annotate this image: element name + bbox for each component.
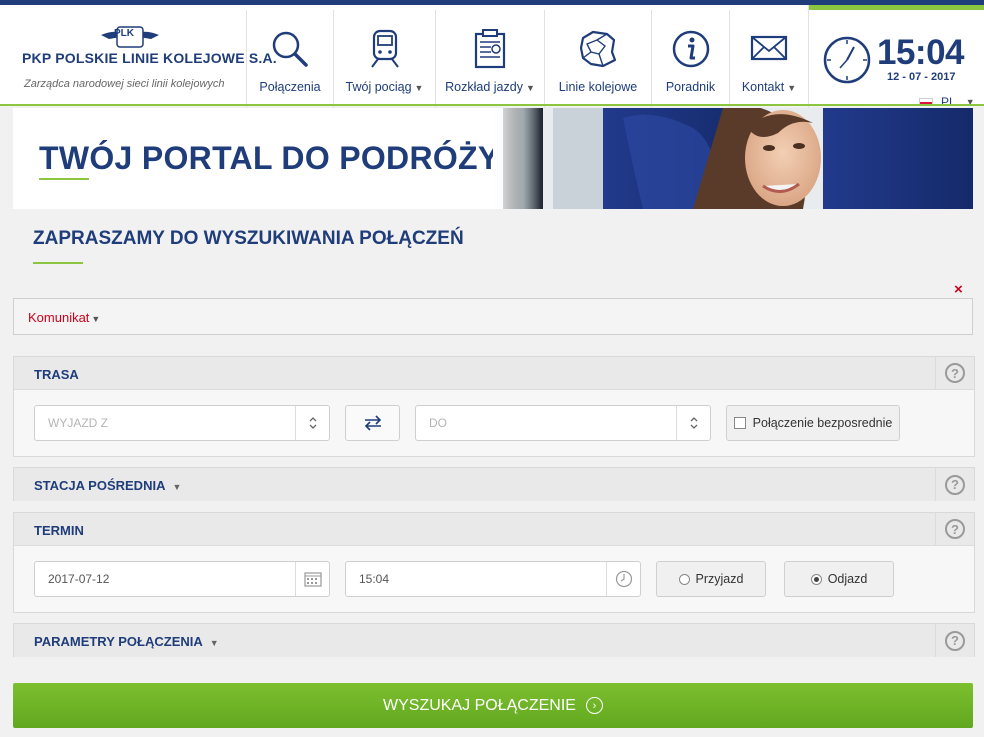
clock-accent-bar xyxy=(809,5,984,10)
time-input[interactable] xyxy=(346,562,606,596)
direct-connection-checkbox[interactable]: Połączenie bezposrednie xyxy=(726,405,900,441)
up-down-icon xyxy=(690,417,697,429)
nav-item-rozklad-jazdy[interactable]: Rozkład jazdy ▼ xyxy=(435,10,544,109)
title-underline xyxy=(33,262,83,264)
arrival-label: Przyjazd xyxy=(695,572,744,586)
parametry-header[interactable]: PARAMETRY POŁĄCZENIA ▼ ? xyxy=(14,624,974,657)
trasa-title: TRASA xyxy=(34,367,79,382)
direct-connection-label: Połączenie bezposrednie xyxy=(752,416,893,430)
to-station-field[interactable] xyxy=(415,405,711,441)
termin-help-button[interactable]: ? xyxy=(935,513,974,545)
up-down-icon xyxy=(309,417,316,429)
time-picker-button[interactable] xyxy=(606,562,640,596)
main-nav: Połączenia Twój pociąg ▼ Rozkład jazdy ▼ L… xyxy=(246,10,808,109)
plk-logo[interactable]: PLK PKP POLSKIE LINIE KOLEJOWE S.A. Zarz… xyxy=(14,23,277,103)
nav-label: Połączenia xyxy=(259,80,321,94)
from-station-input[interactable] xyxy=(35,406,295,440)
radio-selected-icon[interactable] xyxy=(810,573,822,585)
nav-item-twoj-pociag[interactable]: Twój pociąg ▼ xyxy=(333,10,435,109)
from-station-field[interactable] xyxy=(34,405,330,441)
from-station-spinner[interactable] xyxy=(295,406,329,440)
nav-label: Twój pociąg ▼ xyxy=(345,80,424,94)
chevron-down-icon: ▼ xyxy=(91,314,101,324)
trasa-panel: TRASA ? Połączenie bezposrednie xyxy=(13,356,975,457)
chevron-down-icon: ▼ xyxy=(787,83,797,93)
logo-title: PKP POLSKIE LINIE KOLEJOWE S.A. xyxy=(22,50,277,66)
swap-stations-button[interactable] xyxy=(345,405,400,441)
nav-item-kontakt[interactable]: Kontakt ▼ xyxy=(729,10,808,109)
departure-radio[interactable]: Odjazd xyxy=(784,561,894,597)
stacja-help-button[interactable]: ? xyxy=(935,468,974,501)
termin-header: TERMIN ? xyxy=(14,513,974,546)
page-title: ZAPRASZAMY DO WYSZUKIWANIA POŁĄCZEŃ xyxy=(33,228,464,249)
logo-subtitle: Zarządca narodowej sieci linii kolejowyc… xyxy=(24,78,225,90)
banner-title: TWÓJ PORTAL DO PODRÓŻY! xyxy=(39,140,511,176)
hero-banner: TWÓJ PORTAL DO PODRÓŻY! xyxy=(13,108,973,209)
chevron-down-icon: ▼ xyxy=(414,83,424,93)
checkbox-icon[interactable] xyxy=(733,417,746,429)
termin-title: TERMIN xyxy=(34,523,84,538)
help-icon: ? xyxy=(945,474,965,495)
magnifier-icon xyxy=(272,31,308,67)
help-icon: ? xyxy=(945,630,965,651)
calendar-button[interactable] xyxy=(295,562,329,596)
info-icon xyxy=(672,30,709,68)
train-icon xyxy=(370,29,399,68)
swap-arrows-icon xyxy=(364,415,381,431)
site-header: PLK PKP POLSKIE LINIE KOLEJOWE S.A. Zarz… xyxy=(0,0,984,109)
envelope-icon xyxy=(750,35,788,61)
to-station-spinner[interactable] xyxy=(676,406,710,440)
nav-label: Poradnik xyxy=(665,80,716,94)
chevron-down-icon: ▼ xyxy=(525,83,535,93)
help-icon: ? xyxy=(945,363,965,383)
clock-icon xyxy=(615,570,632,588)
parametry-panel[interactable]: PARAMETRY POŁĄCZENIA ▼ ? xyxy=(13,623,975,657)
chevron-down-icon: ▼ xyxy=(209,638,219,648)
termin-panel: TERMIN ? Przyjazd Odjazd xyxy=(13,512,975,613)
trasa-header: TRASA ? xyxy=(14,357,974,390)
clock-time: 15:04 xyxy=(877,33,965,72)
nav-label: Kontakt ▼ xyxy=(741,80,797,94)
banner-photo-woman-on-train xyxy=(493,108,973,209)
stacja-header[interactable]: STACJA POŚREDNIA ▼ ? xyxy=(14,468,974,501)
date-field[interactable] xyxy=(34,561,330,597)
stacja-title: STACJA POŚREDNIA ▼ xyxy=(34,478,182,493)
language-code: PL xyxy=(941,95,956,109)
nav-item-polaczenia[interactable]: Połączenia xyxy=(246,10,333,109)
departure-label: Odjazd xyxy=(827,572,868,586)
close-icon[interactable]: × xyxy=(954,281,963,298)
plk-badge-text: PLK xyxy=(114,28,134,39)
date-input[interactable] xyxy=(35,562,295,596)
to-station-input[interactable] xyxy=(416,406,676,440)
nav-label: Rozkład jazdy ▼ xyxy=(445,80,535,94)
komunikat-bar[interactable]: Komunikat ▼ xyxy=(13,298,973,335)
calendar-icon xyxy=(303,572,322,587)
stacja-posrednia-panel[interactable]: STACJA POŚREDNIA ▼ ? xyxy=(13,467,975,501)
komunikat-toggle[interactable]: Komunikat ▼ xyxy=(28,310,100,325)
language-selector[interactable]: PL ▼ xyxy=(919,95,975,109)
nav-item-poradnik[interactable]: Poradnik xyxy=(651,10,729,109)
poland-map-icon xyxy=(579,30,617,68)
time-field[interactable] xyxy=(345,561,641,597)
parametry-help-button[interactable]: ? xyxy=(935,624,974,657)
radio-icon[interactable] xyxy=(678,573,690,585)
nav-label: Linie kolejowe xyxy=(558,80,638,94)
banner-underline xyxy=(39,178,89,180)
trasa-help-button[interactable]: ? xyxy=(935,357,974,389)
chevron-down-icon: ▼ xyxy=(172,482,182,492)
nav-item-linie-kolejowe[interactable]: Linie kolejowe xyxy=(544,10,651,109)
arrival-radio[interactable]: Przyjazd xyxy=(656,561,766,597)
header-divider xyxy=(0,104,984,106)
search-button-label: WYSZUKAJ POŁĄCZENIE xyxy=(383,696,576,714)
clock-widget: 15:04 12 - 07 - 2017 PL ▼ xyxy=(808,5,984,109)
parametry-title: PARAMETRY POŁĄCZENIA ▼ xyxy=(34,634,219,649)
arrow-right-circle-icon: › xyxy=(585,697,603,714)
clock-date: 12 - 07 - 2017 xyxy=(887,71,956,83)
search-connection-button[interactable]: WYSZUKAJ POŁĄCZENIE › xyxy=(13,683,973,728)
help-icon: ? xyxy=(945,519,965,539)
clock-icon xyxy=(823,36,871,84)
timetable-icon xyxy=(474,29,506,69)
